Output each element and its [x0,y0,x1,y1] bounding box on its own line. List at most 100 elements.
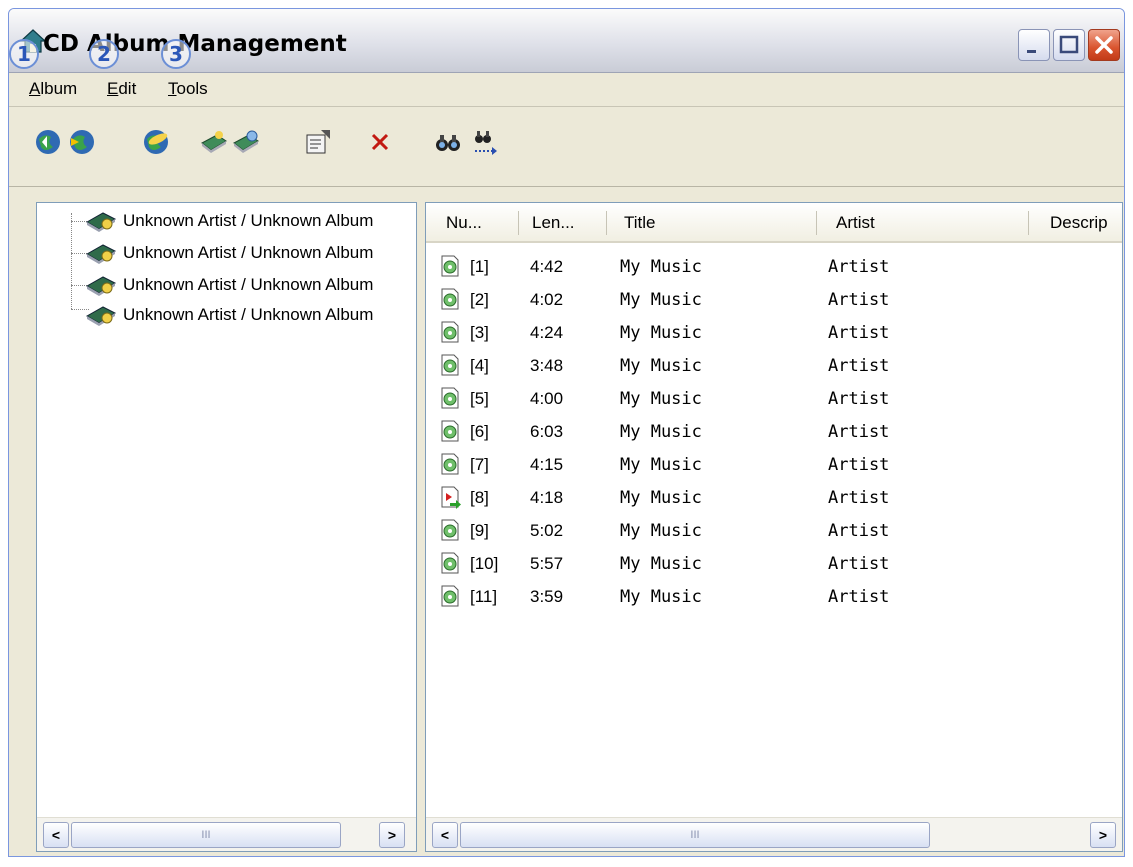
column-length[interactable]: Len... [532,213,575,233]
tree-item[interactable]: Unknown Artist / Unknown Album [85,301,415,331]
tree-item[interactable]: Unknown Artist / Unknown Album [85,207,415,237]
track-artist: Artist [828,257,890,277]
track-artist: Artist [828,356,890,376]
globe-back-icon[interactable] [33,127,63,157]
track-length: 3:59 [530,587,564,606]
track-artist: Artist [828,389,890,409]
title-bar[interactable]: CD Album Management 1 2 3 [9,9,1124,73]
table-row[interactable]: [8] 4:18 My Music Artist [426,482,1122,515]
track-length: 4:42 [530,257,564,276]
column-number[interactable]: Nu... [446,213,482,233]
track-length: 4:15 [530,455,564,474]
column-description[interactable]: Descrip [1050,213,1108,233]
cd-track-icon [441,453,459,475]
tree-item[interactable]: Unknown Artist / Unknown Album [85,271,415,301]
track-artist: Artist [828,455,890,475]
track-number: [6] [470,422,489,441]
track-title: My Music [620,356,702,376]
track-length: 5:57 [530,554,564,573]
app-window: CD Album Management 1 2 3 Album Edit Too… [8,8,1125,857]
album-tree-panel[interactable]: Unknown Artist / Unknown Album Unknown A… [36,202,417,852]
maximize-icon [1059,35,1079,54]
cd-track-icon [441,288,459,310]
table-row[interactable]: [11] 3:59 My Music Artist [426,581,1122,614]
annotation-badge-2: 2 [89,39,119,69]
menu-album[interactable]: Album [29,79,77,99]
tree-item-label: Unknown Artist / Unknown Album [123,275,374,294]
track-title: My Music [620,521,702,541]
scroll-thumb[interactable]: III [71,822,341,848]
track-length: 4:00 [530,389,564,408]
table-row[interactable]: [4] 3:48 My Music Artist [426,350,1122,383]
find-next-icon[interactable] [469,127,499,157]
delete-icon[interactable] [365,127,395,157]
track-number: [10] [470,554,499,573]
track-list-panel[interactable]: Nu... Len... Title Artist Descrip [1] 4:4… [425,202,1123,852]
minimize-icon [1027,50,1036,53]
scroll-left-button[interactable]: < [432,822,458,848]
track-artist: Artist [828,422,890,442]
menu-edit[interactable]: Edit [107,79,136,99]
track-number: [9] [470,521,489,540]
properties-icon[interactable] [303,127,333,157]
menu-album-rest: lbum [40,79,78,98]
cd-track-icon [441,519,459,541]
tree-item[interactable]: Unknown Artist / Unknown Album [85,239,415,269]
track-title: My Music [620,323,702,343]
table-row[interactable]: [2] 4:02 My Music Artist [426,284,1122,317]
find-icon[interactable] [433,127,463,157]
close-icon [1095,36,1113,54]
cd-add-icon[interactable] [199,127,229,157]
menu-bar: Album Edit Tools [9,73,1124,107]
track-title: My Music [620,389,702,409]
tree-item-label: Unknown Artist / Unknown Album [123,211,374,230]
scroll-right-button[interactable]: > [379,822,405,848]
column-title[interactable]: Title [624,213,656,233]
cd-track-icon [441,354,459,376]
track-artist: Artist [828,290,890,310]
cd-edit-icon[interactable] [231,127,261,157]
scroll-thumb[interactable]: III [460,822,930,848]
cd-track-icon [441,420,459,442]
track-title: My Music [620,554,702,574]
tracks-horizontal-scrollbar[interactable]: < III > [426,817,1122,851]
track-artist: Artist [828,554,890,574]
table-row[interactable]: [5] 4:00 My Music Artist [426,383,1122,416]
table-row[interactable]: [1] 4:42 My Music Artist [426,251,1122,284]
cd-track-icon [441,321,459,343]
annotation-badge-1: 1 [9,39,39,69]
tree-item-label: Unknown Artist / Unknown Album [123,243,374,262]
track-length: 4:24 [530,323,564,342]
table-row[interactable]: [3] 4:24 My Music Artist [426,317,1122,350]
track-number: [8] [470,488,489,507]
maximize-button[interactable] [1053,29,1085,61]
track-number: [5] [470,389,489,408]
table-row[interactable]: [10] 5:57 My Music Artist [426,548,1122,581]
cd-globe-icon[interactable] [141,127,171,157]
track-artist: Artist [828,488,890,508]
cd-album-icon [85,306,117,326]
close-button[interactable] [1088,29,1120,61]
cd-track-icon [441,585,459,607]
track-artist: Artist [828,521,890,541]
track-title: My Music [620,488,702,508]
column-artist[interactable]: Artist [836,213,875,233]
track-number: [2] [470,290,489,309]
track-artist: Artist [828,323,890,343]
tree-horizontal-scrollbar[interactable]: < III > [37,817,416,851]
menu-tools[interactable]: Tools [168,79,208,99]
track-number: [3] [470,323,489,342]
scroll-right-button[interactable]: > [1090,822,1116,848]
scroll-left-button[interactable]: < [43,822,69,848]
track-title: My Music [620,290,702,310]
track-title: My Music [620,587,702,607]
minimize-button[interactable] [1018,29,1050,61]
track-title: My Music [620,257,702,277]
track-number: [4] [470,356,489,375]
track-number: [1] [470,257,489,276]
table-row[interactable]: [7] 4:15 My Music Artist [426,449,1122,482]
table-row[interactable]: [9] 5:02 My Music Artist [426,515,1122,548]
table-row[interactable]: [6] 6:03 My Music Artist [426,416,1122,449]
globe-forward-icon[interactable] [67,127,97,157]
menu-tools-mnemonic: T [168,79,177,98]
